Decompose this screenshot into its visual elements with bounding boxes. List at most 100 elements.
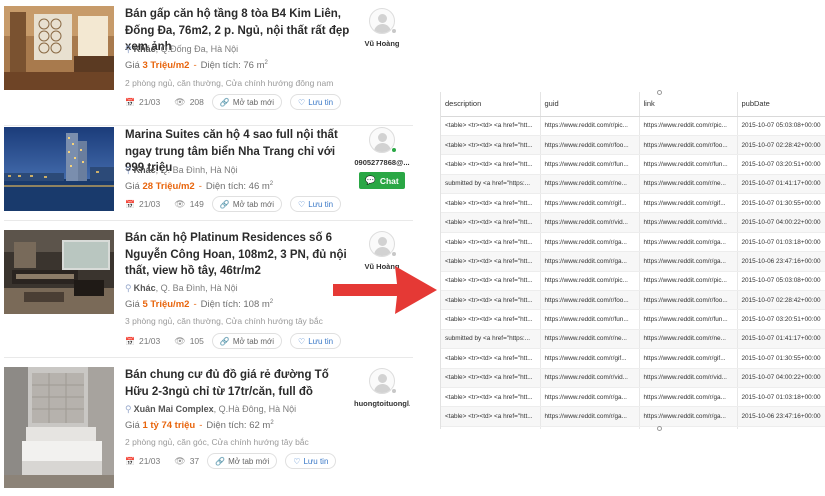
table-row[interactable]: <table> <tr><td> <a href="htt...https://… [441, 154, 825, 175]
table-cell[interactable]: submitted by <a href="https:... [441, 174, 541, 195]
open-new-tab-button[interactable]: 🔗 Mở tab mới [211, 333, 283, 349]
table-cell[interactable]: https://www.reddit.com/r/pic... [540, 426, 640, 429]
table-row[interactable]: <table> <tr><td> <a href="htt...https://… [441, 348, 825, 369]
table-cell[interactable]: https://www.reddit.com/r/ga... [639, 251, 738, 272]
table-cell[interactable]: <table> <tr><td> <a href="htt... [441, 309, 541, 330]
table-row[interactable]: <table> <tr><td> <a href="htt...https://… [441, 116, 825, 136]
table-cell[interactable]: https://www.reddit.com/r/ne... [639, 174, 738, 195]
table-cell[interactable]: https://www.reddit.com/r/pic... [540, 116, 640, 136]
column-header-pubdate[interactable]: pubDate [737, 92, 825, 117]
table-cell[interactable]: https://www.reddit.com/r/fun... [639, 154, 738, 175]
table-cell[interactable]: https://www.reddit.com/r/gif... [639, 193, 738, 214]
table-cell[interactable]: https://www.reddit.com/r/ga... [540, 387, 640, 408]
table-cell[interactable]: 2015-10-07 01:30:55+00:00 [737, 348, 825, 369]
column-header-link[interactable]: link [639, 92, 738, 117]
table-cell[interactable]: <table> <tr><td> <a href="htt... [441, 135, 541, 156]
listing-card[interactable]: Bán gấp căn hộ tầng 8 tòa B4 Kim Liên, Đ… [4, 6, 413, 126]
table-cell[interactable]: <table> <tr><td> <a href="htt... [441, 232, 541, 253]
table-row[interactable]: <table> <tr><td> <a href="htt...https://… [441, 406, 825, 427]
listing-title[interactable]: Bán căn hộ Platinum Residences số 6 Nguy… [125, 230, 353, 280]
table-cell[interactable]: 2015-10-07 04:00:22+00:00 [737, 212, 825, 233]
table-cell[interactable]: https://www.reddit.com/r/ga... [639, 406, 738, 427]
table-cell[interactable]: https://www.reddit.com/r/foo... [540, 135, 640, 156]
listing-title[interactable]: Bán chung cư đủ đồ giá rẻ đường Tố Hữu 2… [125, 367, 353, 400]
chat-button[interactable]: 💬 Chat [359, 172, 405, 189]
table-row[interactable]: submitted by <a href="https:... https://w… [441, 329, 825, 350]
table-row[interactable]: <table> <tr><td> <a href="htt...https://… [441, 251, 825, 272]
save-listing-button[interactable]: ♡ Lưu tin [290, 333, 342, 349]
table-row[interactable]: <table> <tr><td> <a href="htt...https://… [441, 212, 825, 233]
column-header-description[interactable]: description [441, 92, 541, 117]
table-cell[interactable]: https://www.reddit.com/r/ga... [639, 232, 738, 253]
open-new-tab-button[interactable]: 🔗 Mở tab mới [207, 453, 278, 469]
table-cell[interactable]: https://www.reddit.com/r/pic... [639, 116, 738, 136]
table-cell[interactable]: 2015-10-06 23:47:16+00:00 [737, 406, 825, 427]
table-cell[interactable]: <table> <tr><td> <a href="htt... [441, 193, 541, 214]
table-cell[interactable]: <table> <tr><td> <a href="htt... [441, 406, 541, 427]
table-cell[interactable]: <table> <tr><td> <a href="htt... [441, 426, 541, 429]
table-cell[interactable]: 2015-10-07 01:41:17+00:00 [737, 329, 825, 350]
table-cell[interactable]: https://www.reddit.com/r/vid... [540, 368, 640, 388]
table-cell[interactable]: 2015-10-07 03:20:51+00:00 [737, 154, 825, 175]
table-cell[interactable]: https://www.reddit.com/r/ga... [540, 251, 640, 272]
table-cell[interactable]: https://www.reddit.com/r/foo... [639, 290, 738, 311]
table-cell[interactable]: https://www.reddit.com/r/pic... [540, 271, 640, 292]
save-listing-button[interactable]: ♡ Lưu tin [290, 196, 342, 212]
table-row[interactable]: <table> <tr><td> <a href="htt...https://… [441, 232, 825, 253]
table-cell[interactable]: 2015-10-07 05:03:08+00:00 [737, 271, 825, 292]
table-cell[interactable]: https://www.reddit.com/r/gif... [540, 348, 640, 369]
table-cell[interactable]: https://www.reddit.com/r/ga... [540, 406, 640, 427]
table-cell[interactable]: https://www.reddit.com/r/ne... [639, 329, 738, 350]
table-cell[interactable]: 2015-10-07 03:20:51+00:00 [737, 309, 825, 330]
table-cell[interactable]: https://www.reddit.com/r/gif... [639, 348, 738, 369]
listing-card[interactable]: Bán chung cư đủ đồ giá rẻ đường Tố Hữu 2… [4, 367, 413, 492]
table-cell[interactable]: https://www.reddit.com/r/ga... [639, 387, 738, 408]
table-cell[interactable]: <table> <tr><td> <a href="htt... [441, 116, 541, 136]
table-cell[interactable]: https://www.reddit.com/r/foo... [540, 290, 640, 311]
table-cell[interactable]: https://www.reddit.com/r/vid... [639, 212, 738, 233]
listing-photo[interactable] [4, 6, 114, 90]
selection-handle[interactable] [657, 426, 662, 431]
table-row[interactable]: <table> <tr><td> <a href="htt...https://… [441, 387, 825, 408]
table-cell[interactable]: https://www.reddit.com/r/fun... [540, 154, 640, 175]
table-cell[interactable]: 2015-10-07 05:03:08+00:00 [737, 426, 825, 429]
selection-handle[interactable] [657, 90, 662, 95]
agent-name[interactable]: huongtoituongl... [354, 399, 410, 408]
table-cell[interactable]: https://www.reddit.com/r/ne... [540, 174, 640, 195]
table-cell[interactable]: 2015-10-07 01:03:18+00:00 [737, 387, 825, 408]
table-cell[interactable]: https://www.reddit.com/r/vid... [540, 212, 640, 233]
table-row[interactable]: <table> <tr><td> <a href="htt...https://… [441, 135, 825, 156]
table-cell[interactable]: https://www.reddit.com/r/pic... [639, 426, 738, 429]
table-cell[interactable]: https://www.reddit.com/r/ne... [540, 329, 640, 350]
table-cell[interactable]: https://www.reddit.com/r/foo... [639, 135, 738, 156]
table-row[interactable]: <table> <tr><td> <a href="htt...https://… [441, 271, 825, 292]
table-cell[interactable]: https://www.reddit.com/r/fun... [540, 309, 640, 330]
table-cell[interactable]: <table> <tr><td> <a href="htt... [441, 387, 541, 408]
listing-card[interactable]: Marina Suites căn hộ 4 sao full nội thất… [4, 127, 413, 247]
table-cell[interactable]: https://www.reddit.com/r/fun... [639, 309, 738, 330]
table-cell[interactable]: 2015-10-07 04:00:22+00:00 [737, 368, 825, 388]
table-row[interactable]: <table> <tr><td> <a href="htt...https://… [441, 309, 825, 330]
table-row[interactable]: <table> <tr><td> <a href="htt...https://… [441, 290, 825, 311]
table-cell[interactable]: <table> <tr><td> <a href="htt... [441, 212, 541, 233]
table-cell[interactable]: <table> <tr><td> <a href="htt... [441, 290, 541, 311]
table-row[interactable]: submitted by <a href="https:... https://w… [441, 174, 825, 195]
table-cell[interactable]: 2015-10-07 05:03:08+00:00 [737, 116, 825, 136]
agent-name[interactable]: Vũ Hoàng [354, 39, 410, 48]
table-cell[interactable]: 2015-10-07 01:41:17+00:00 [737, 174, 825, 195]
column-header-guid[interactable]: guid [540, 92, 640, 117]
table-cell[interactable]: <table> <tr><td> <a href="htt... [441, 154, 541, 175]
save-listing-button[interactable]: ♡ Lưu tin [285, 453, 337, 469]
table-row[interactable]: <table> <tr><td> <a href="htt...https://… [441, 426, 825, 429]
table-cell[interactable]: 2015-10-07 01:30:55+00:00 [737, 193, 825, 214]
table-row[interactable]: <table> <tr><td> <a href="htt... https://… [441, 193, 825, 214]
agent-phone[interactable]: 0905277868@... [354, 158, 410, 167]
table-cell[interactable]: <table> <tr><td> <a href="htt... [441, 271, 541, 292]
open-new-tab-button[interactable]: 🔗 Mở tab mới [211, 94, 283, 110]
table-cell[interactable]: 2015-10-07 01:03:18+00:00 [737, 232, 825, 253]
table-cell[interactable]: 2015-10-07 02:28:42+00:00 [737, 135, 825, 156]
listing-photo[interactable] [4, 367, 114, 488]
table-cell[interactable]: https://www.reddit.com/r/ga... [540, 232, 640, 253]
listing-photo[interactable] [4, 230, 114, 314]
listing-photo[interactable] [4, 127, 114, 211]
